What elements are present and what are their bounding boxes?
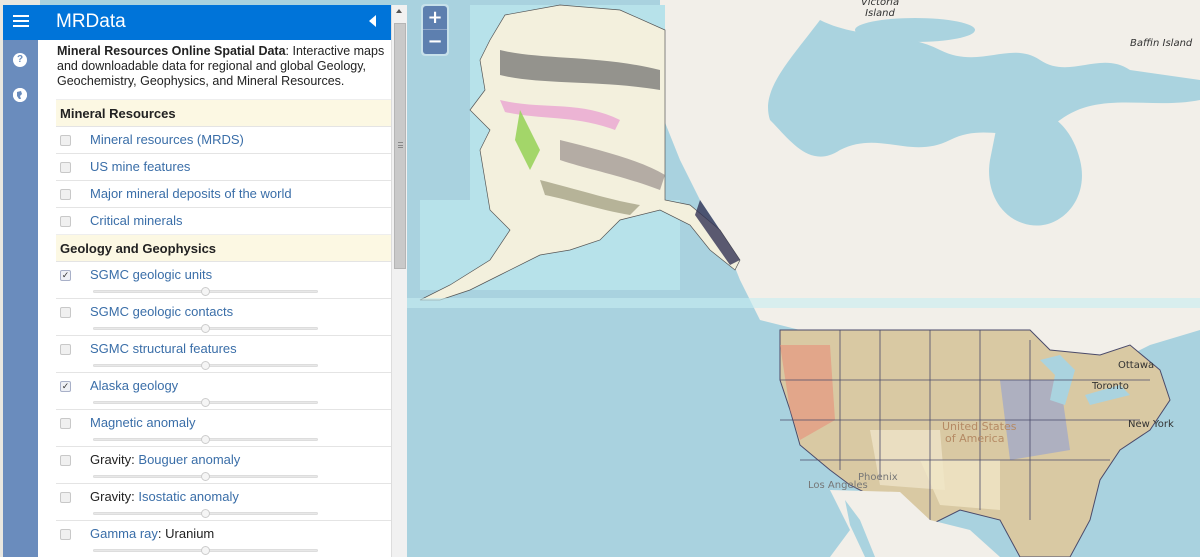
globe-icon[interactable] bbox=[13, 88, 27, 102]
layer-link-bouguer-anomaly[interactable]: Bouguer anomaly bbox=[138, 452, 240, 467]
layer-row: Gamma ray: Uranium bbox=[56, 520, 391, 557]
collapse-sidebar-icon[interactable] bbox=[369, 15, 376, 27]
slider-thumb[interactable] bbox=[201, 324, 210, 333]
intro-title: Mineral Resources Online Spatial Data bbox=[57, 44, 286, 58]
opacity-slider[interactable] bbox=[93, 398, 318, 407]
map-label-victoria-island: Victoria Island bbox=[860, 0, 900, 19]
sidebar-tabs: ? bbox=[3, 40, 38, 557]
layer-link-isostatic-anomaly[interactable]: Isostatic anomaly bbox=[138, 489, 238, 504]
layer-link-major-deposits[interactable]: Major mineral deposits of the world bbox=[90, 186, 292, 201]
sidebar: MRData ? Mineral Resources Online Spatia… bbox=[3, 5, 391, 557]
water-body bbox=[855, 18, 975, 42]
layer-row: SGMC geologic contacts bbox=[56, 298, 391, 335]
layer-link-critical-minerals[interactable]: Critical minerals bbox=[90, 213, 182, 228]
layer-checkbox-sgmc-structural[interactable] bbox=[60, 344, 71, 355]
slider-thumb[interactable] bbox=[201, 546, 210, 555]
scrollbar-thumb[interactable] bbox=[394, 23, 406, 269]
layer-checkbox-major-deposits[interactable] bbox=[60, 189, 71, 200]
layer-checkbox-us-mine-features[interactable] bbox=[60, 162, 71, 173]
opacity-slider[interactable] bbox=[93, 361, 318, 370]
layer-row: Mineral resources (MRDS) bbox=[56, 126, 391, 153]
opacity-slider[interactable] bbox=[93, 287, 318, 296]
section-mineral-resources: Mineral Resources bbox=[56, 99, 391, 126]
layer-checkbox-sgmc-contacts[interactable] bbox=[60, 307, 71, 318]
layer-row: US mine features bbox=[56, 153, 391, 180]
layer-row: Critical minerals bbox=[56, 207, 391, 234]
opacity-slider[interactable] bbox=[93, 472, 318, 481]
hamburger-menu-icon[interactable] bbox=[13, 13, 29, 31]
slider-thumb[interactable] bbox=[201, 287, 210, 296]
layer-checkbox-isostatic-anomaly[interactable] bbox=[60, 492, 71, 503]
layer-checkbox-alaska-geology[interactable]: ✓ bbox=[60, 381, 71, 392]
app-title: MRData bbox=[56, 11, 126, 32]
section-geology-geophysics: Geology and Geophysics bbox=[56, 234, 391, 261]
layer-link-mrds[interactable]: Mineral resources (MRDS) bbox=[90, 132, 244, 147]
opacity-slider[interactable] bbox=[93, 324, 318, 333]
layer-row: Gravity: Bouguer anomaly bbox=[56, 446, 391, 483]
layer-link-alaska-geology[interactable]: Alaska geology bbox=[90, 378, 178, 393]
layer-row: SGMC structural features bbox=[56, 335, 391, 372]
map-label-new-york: New York bbox=[1128, 419, 1174, 430]
sidebar-scrollbar[interactable] bbox=[391, 5, 407, 557]
layer-checkbox-critical-minerals[interactable] bbox=[60, 216, 71, 227]
intro-text: Mineral Resources Online Spatial Data: I… bbox=[38, 40, 390, 89]
layer-link-sgmc-units[interactable]: SGMC geologic units bbox=[90, 267, 212, 282]
sidebar-header: MRData bbox=[3, 5, 391, 40]
zoom-in-button[interactable]: + bbox=[423, 6, 447, 30]
zoom-out-button[interactable]: − bbox=[423, 30, 447, 54]
layer-prefix: Gravity: bbox=[90, 489, 139, 504]
map-label-toronto: Toronto bbox=[1092, 381, 1129, 392]
layer-checkbox-sgmc-units[interactable]: ✓ bbox=[60, 270, 71, 281]
layer-row: Gravity: Isostatic anomaly bbox=[56, 483, 391, 520]
layer-link-us-mine-features[interactable]: US mine features bbox=[90, 159, 190, 174]
grip-icon bbox=[398, 142, 403, 148]
map-label-baffin-island: Baffin Island bbox=[1130, 38, 1193, 49]
slider-thumb[interactable] bbox=[201, 509, 210, 518]
scroll-up-arrow-icon[interactable] bbox=[396, 9, 402, 13]
layer-row: ✓ Alaska geology bbox=[56, 372, 391, 409]
slider-thumb[interactable] bbox=[201, 435, 210, 444]
layer-link-sgmc-contacts[interactable]: SGMC geologic contacts bbox=[90, 304, 233, 319]
opacity-slider[interactable] bbox=[93, 546, 318, 555]
question-icon[interactable]: ? bbox=[13, 53, 27, 67]
layer-row: Major mineral deposits of the world bbox=[56, 180, 391, 207]
layer-checkbox-gamma-ray-uranium[interactable] bbox=[60, 529, 71, 540]
slider-thumb[interactable] bbox=[201, 472, 210, 481]
layer-row: Magnetic anomaly bbox=[56, 409, 391, 446]
layer-checkbox-mrds[interactable] bbox=[60, 135, 71, 146]
layer-link-gamma-ray[interactable]: Gamma ray bbox=[90, 526, 158, 541]
map-label-phoenix: Phoenix bbox=[858, 472, 898, 483]
map-label-ottawa: Ottawa bbox=[1118, 360, 1155, 371]
layer-checkbox-bouguer-anomaly[interactable] bbox=[60, 455, 71, 466]
layer-row: ✓ SGMC geologic units bbox=[56, 261, 391, 298]
opacity-slider[interactable] bbox=[93, 509, 318, 518]
map-label-usa-line2: of America bbox=[945, 432, 1005, 445]
layer-prefix: Gravity: bbox=[90, 452, 139, 467]
layer-suffix: : Uranium bbox=[157, 526, 215, 541]
slider-thumb[interactable] bbox=[201, 398, 210, 407]
layer-link-sgmc-structural[interactable]: SGMC structural features bbox=[90, 341, 237, 356]
opacity-slider[interactable] bbox=[93, 435, 318, 444]
slider-thumb[interactable] bbox=[201, 361, 210, 370]
layer-link-magnetic-anomaly[interactable]: Magnetic anomaly bbox=[90, 415, 196, 430]
layer-panel: Mineral Resources Online Spatial Data: I… bbox=[38, 40, 391, 557]
layer-checkbox-magnetic-anomaly[interactable] bbox=[60, 418, 71, 429]
zoom-control: + − bbox=[421, 4, 449, 56]
